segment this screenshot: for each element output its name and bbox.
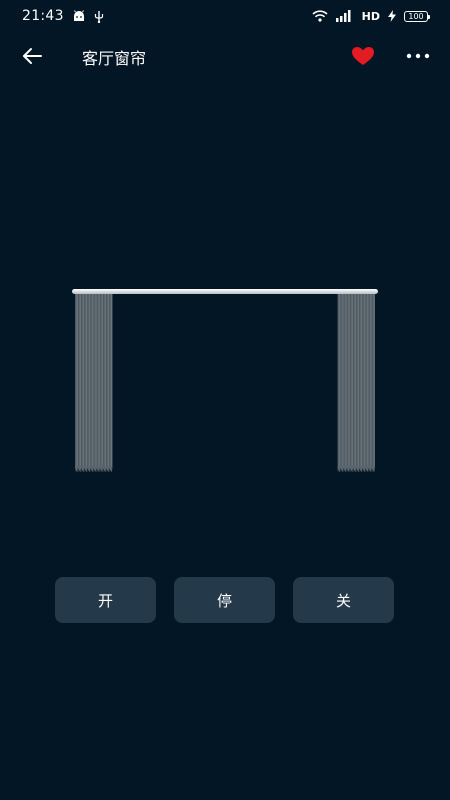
back-button[interactable]: [18, 42, 46, 70]
charging-icon: [388, 10, 396, 22]
usb-icon: [94, 10, 104, 23]
curtain-illustration: [60, 280, 390, 480]
stop-button-label: 停: [216, 591, 232, 610]
wifi-icon: [312, 10, 328, 22]
open-button-label: 开: [97, 591, 113, 610]
back-arrow-icon: [23, 48, 42, 64]
open-button[interactable]: 开: [55, 577, 156, 623]
network-type-label: HD: [361, 9, 380, 23]
status-time: 21:43: [22, 8, 64, 24]
close-button[interactable]: 关: [293, 577, 394, 623]
close-button-label: 关: [335, 591, 351, 610]
curtain-rod: [72, 289, 378, 294]
status-right: HD 100: [312, 9, 430, 23]
curtain-control-page: 21:43 HD 100 客厅窗帘 开 停 关: [0, 0, 450, 800]
right-curtain-panel: [337, 294, 375, 472]
curtain-controls: 开 停 关: [55, 577, 395, 623]
left-curtain-panel: [75, 294, 113, 472]
heart-icon: [352, 47, 374, 65]
app-header: 客厅窗帘: [0, 36, 450, 76]
more-dots-icon: [406, 53, 430, 59]
status-left: 21:43: [22, 8, 104, 24]
favorite-button[interactable]: [349, 44, 377, 68]
battery-icon: 100: [404, 10, 430, 22]
status-bar: 21:43 HD 100: [0, 0, 450, 32]
page-title: 客厅窗帘: [82, 49, 147, 68]
more-options-button[interactable]: [402, 44, 434, 68]
curtain-graphic: [72, 289, 378, 472]
signal-icon: [335, 10, 354, 22]
stop-button[interactable]: 停: [174, 577, 275, 623]
android-icon: [72, 10, 86, 22]
